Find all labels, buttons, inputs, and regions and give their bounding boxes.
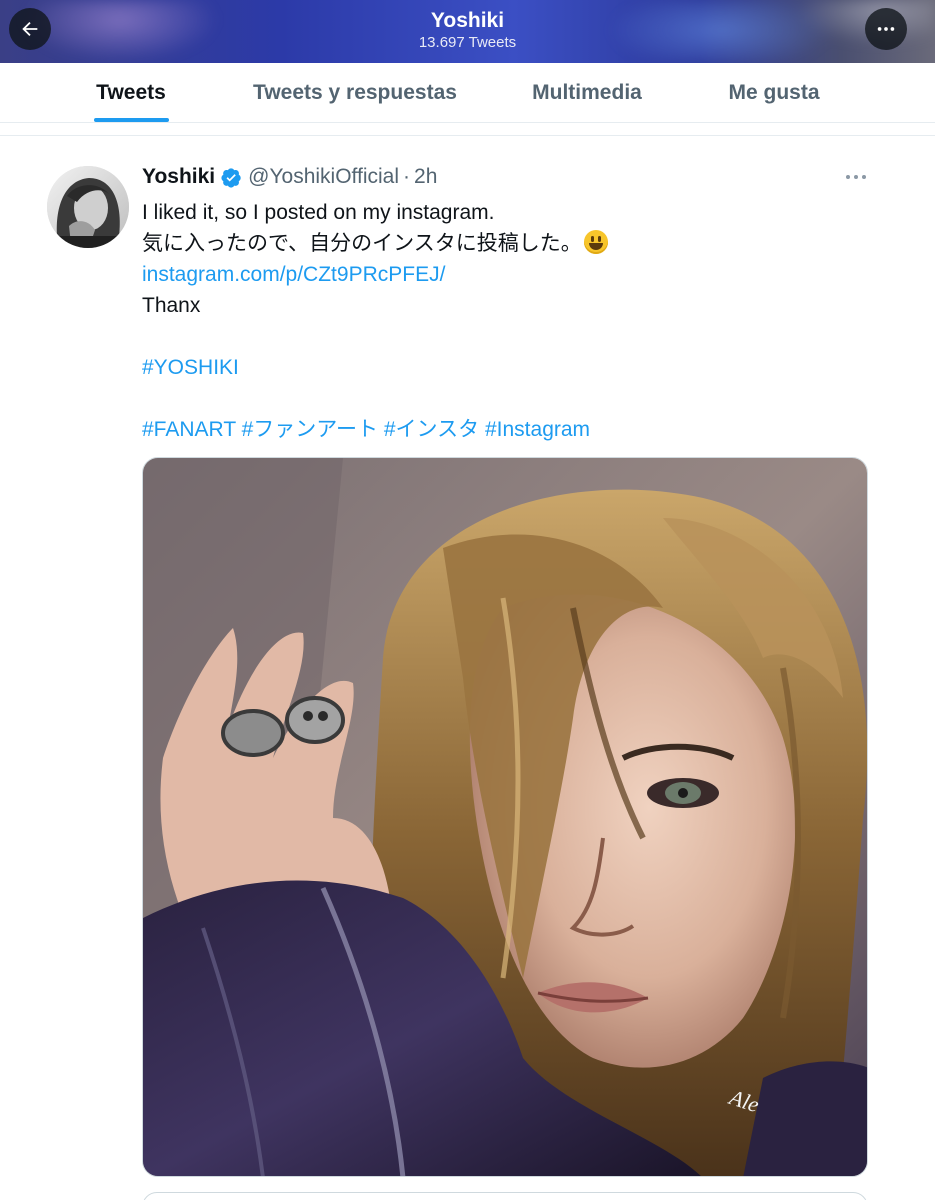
verified-badge-icon [221,167,242,188]
avatar-photo [47,166,129,248]
hashtag-yoshiki[interactable]: #YOSHIKI [142,352,882,383]
hashtag-insta-jp[interactable]: #インスタ [384,418,479,441]
profile-name-title: Yoshiki [430,9,505,32]
tweet-action-bar [142,1192,868,1200]
tweet-text: I liked it, so I posted on my instagram.… [142,197,882,445]
more-horizontal-icon [846,175,866,179]
tab-media-label: Multimedia [532,81,642,104]
separator-dot: · [403,165,411,188]
tweet-header: Yoshiki @YoshikiOfficial · 2h [142,163,437,191]
tab-likes[interactable]: Me gusta [700,63,848,123]
tweet-media-image[interactable]: Ale [142,457,868,1177]
avatar[interactable] [47,166,129,248]
profile-tabs: Tweets Tweets y respuestas Multimedia Me… [0,63,935,123]
hashtag-row: #FANART #ファンアート #インスタ #Instagram [142,414,882,445]
fan-art-portrait: Ale [143,458,867,1176]
profile-header-banner: Yoshiki 13.697 Tweets [0,0,935,63]
divider [0,135,935,136]
hashtag-fanart-jp[interactable]: #ファンアート [242,418,378,441]
tab-tweets[interactable]: Tweets [62,63,200,123]
tweet-text-japanese: 気に入ったので、自分のインスタに投稿した。 [142,232,582,255]
tab-tweets-and-replies-label: Tweets y respuestas [253,81,457,104]
more-horizontal-icon [877,27,895,31]
tweet-count: 13.697 Tweets [418,34,517,51]
tab-tweets-label: Tweets [96,81,166,104]
hashtag-fanart[interactable]: #FANART [142,418,236,441]
hashtag-instagram[interactable]: #Instagram [485,418,590,441]
tweet-text-line-jp: 気に入ったので、自分のインスタに投稿した。 [142,228,882,259]
instagram-link[interactable]: instagram.com/p/CZt9PRcPFEJ/ [142,259,882,290]
grinning-face-emoji-icon [583,230,608,254]
author-handle[interactable]: @YoshikiOfficial [248,165,399,189]
tweet-text-line: I liked it, so I posted on my instagram. [142,201,495,224]
tab-likes-label: Me gusta [728,81,820,104]
active-tab-indicator [94,118,169,122]
tweet-more-button[interactable] [843,165,869,189]
tweet-text-thanx: Thanx [142,294,201,317]
tab-media[interactable]: Multimedia [510,63,664,123]
tweet-timestamp[interactable]: 2h [414,165,437,189]
author-name[interactable]: Yoshiki [142,165,215,189]
more-options-button[interactable] [865,8,907,50]
tab-tweets-and-replies[interactable]: Tweets y respuestas [230,63,480,123]
